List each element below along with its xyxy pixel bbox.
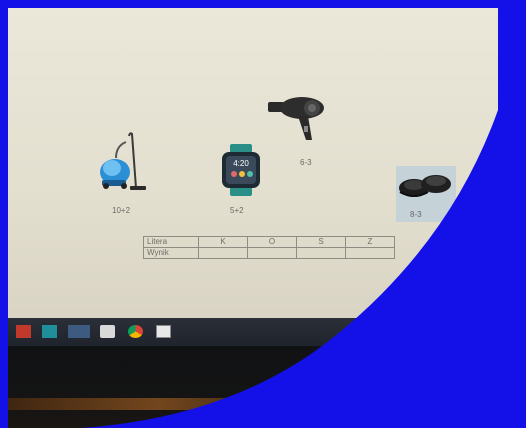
letter-result-table: Litera K O S Z Wynik xyxy=(143,236,395,259)
letter-cell: K xyxy=(198,236,248,248)
photo-stage: 10+2 4:20 5+2 6-3 8-3 Litera K O S Z Wyn… xyxy=(0,0,526,428)
watch-time: 4:20 xyxy=(233,159,249,168)
store-app-icon[interactable] xyxy=(68,325,90,338)
red-app-icon[interactable] xyxy=(16,325,31,338)
result-cell[interactable] xyxy=(247,247,297,259)
photos-app-icon[interactable] xyxy=(156,325,171,338)
smartwatch-icon: 4:20 xyxy=(222,144,260,196)
result-cell[interactable] xyxy=(198,247,248,259)
table-row-letters: Litera K O S Z xyxy=(143,236,395,248)
result-cell[interactable] xyxy=(296,247,346,259)
shoes-label: 8-3 xyxy=(410,210,422,219)
mail-app-icon[interactable] xyxy=(100,325,115,338)
letter-cell: O xyxy=(247,236,297,248)
smartwatch-label: 5+2 xyxy=(230,206,244,215)
chrome-app-icon[interactable] xyxy=(128,325,143,338)
letter-cell: Z xyxy=(345,236,395,248)
hair-dryer-icon xyxy=(268,97,324,140)
hair-dryer-label: 6-3 xyxy=(300,158,312,167)
shoes-icon xyxy=(399,175,451,197)
result-cell[interactable] xyxy=(345,247,395,259)
letter-cell: S xyxy=(296,236,346,248)
desk-reflection xyxy=(8,398,308,410)
phone-app-icon[interactable] xyxy=(42,325,57,338)
monitor-bezel-bottom xyxy=(8,346,498,428)
vacuum-cleaner-icon xyxy=(100,132,146,190)
table-row-results: Wynik xyxy=(143,247,395,259)
row-header-litera: Litera xyxy=(143,236,199,248)
vacuum-label: 10+2 xyxy=(112,206,131,215)
row-header-wynik: Wynik xyxy=(143,247,199,259)
